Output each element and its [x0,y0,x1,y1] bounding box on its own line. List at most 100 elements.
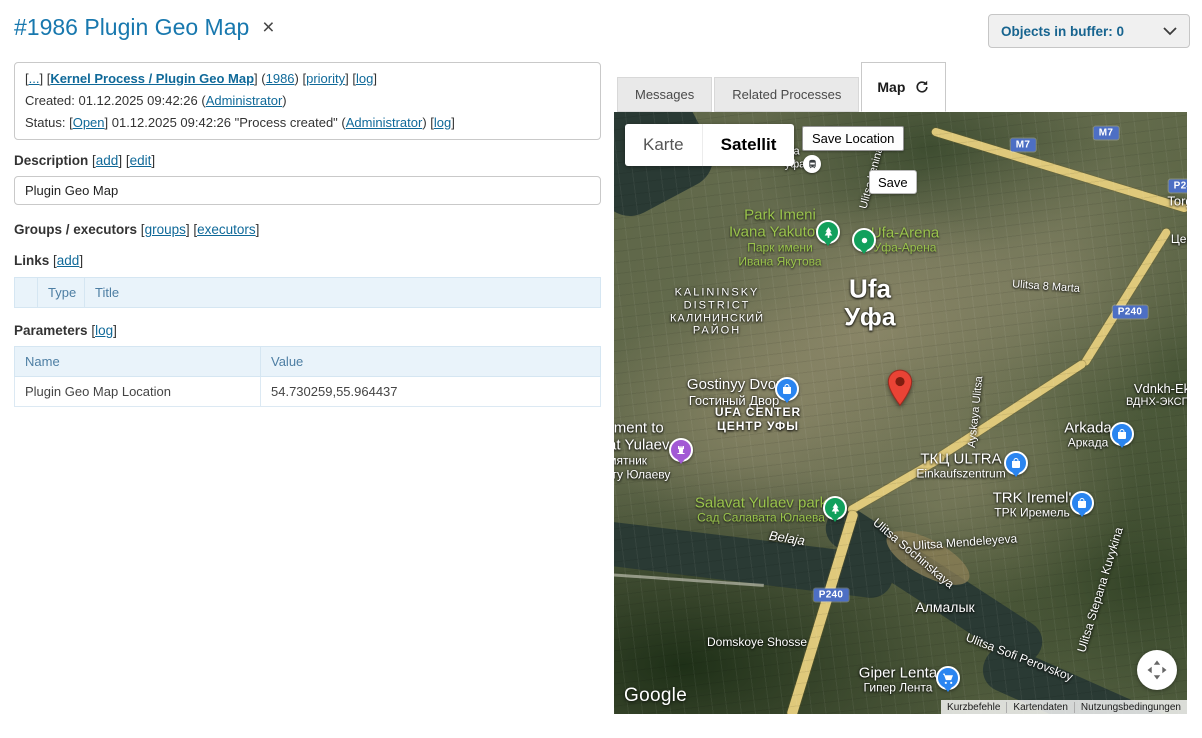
link-administrator[interactable]: Administrator [206,93,283,108]
link-kernel-process-plugin-geo-map[interactable]: Kernel Process / Plugin Geo Map [50,71,254,86]
parameter-row[interactable]: Plugin Geo Map Location 54.730259,55.964… [15,377,601,407]
kalininsky-district-label: KALININSKYDISTRICTКАЛИНИНСКИЙРАЙОН [670,287,764,338]
road-badge-p24-2: P24 [1169,180,1187,193]
links-col-title: Title [85,278,601,308]
info-line-created: Created: 01.12.2025 09:42:26 (Administra… [25,90,590,112]
link-log[interactable]: log [356,71,373,86]
map-attribution: KurzbefehleKartendatenNutzungsbedingunge… [941,700,1187,714]
ufa-center-label: UFA CENTERЦЕНТР УФЫ [715,406,801,434]
location-marker[interactable] [888,369,913,412]
giper-lenta-pin[interactable] [936,666,960,690]
attribution-link-nutzungsbedingungen[interactable]: Nutzungsbedingungen [1074,702,1187,713]
arkada-pin[interactable] [1110,422,1134,446]
road-badge-m7-1: M7 [1094,127,1119,140]
trk-iremel-pin[interactable] [1070,491,1094,515]
tab-messages-label: Messages [635,87,694,102]
tab-map[interactable]: Map [861,62,946,112]
tab-related-processes-label: Related Processes [732,87,841,102]
title-row: #1986 Plugin Geo Map × [14,14,275,41]
parameters-header-row: Name Value [15,347,601,377]
link-priority[interactable]: priority [306,71,345,86]
process-panel: #1986 Plugin Geo Map × [...] [Kernel Pro… [14,14,601,714]
salavat-yulaev-park-label: Salavat Yulaev parkСад Салавата Юлаева [695,494,827,525]
pan-arrows-icon [1145,658,1169,682]
monument-salavat-yulaev-label: Monument toSalavat YulaevПамятникСалават… [614,420,670,483]
map-view-button[interactable]: Karte [625,124,702,166]
process-info-box: [...] [Kernel Process / Plugin Geo Map] … [14,62,601,140]
parameters-col-value: Value [261,347,601,377]
map-canvas[interactable]: faуфаPark ImeniIvana YakutovaПарк имениИ… [614,112,1187,714]
road-badge-m7-0: M7 [1011,139,1036,152]
gostinyy-dvor-pin[interactable] [775,377,799,401]
giper-lenta-label: Giper LentaГипер Лента [859,664,937,695]
parameters-heading: Parameters [log] [14,323,117,338]
link-add[interactable]: add [57,253,80,268]
park-imeni-ivana-yakutova-label: Park ImeniIvana YakutovaПарк имениИвана … [729,207,831,270]
info-line-path: [...] [Kernel Process / Plugin Geo Map] … [25,68,590,90]
parameters-table: Name Value Plugin Geo Map Location 54.73… [14,346,601,407]
ufa-arena-pin[interactable] [852,228,876,252]
road-p240-link [846,453,945,515]
satellite-texture [614,112,1187,714]
parameters-col-name: Name [15,347,261,377]
refresh-icon[interactable] [914,79,930,95]
ulitsa-8-marta-label: Ulitsa 8 Marta [1012,278,1081,295]
tab-map-label: Map [877,79,905,95]
link-1986[interactable]: 1986 [266,71,295,86]
description-input[interactable] [14,176,601,205]
link-groups[interactable]: groups [145,222,186,237]
link-[interactable]: ... [29,71,40,86]
ufa-city-label: UfaУфа [844,273,895,332]
vdnkh-ekspo-label: Vdnkh-EkВДНХ-ЭКСПО [1126,381,1187,409]
salavat-park-pin[interactable] [823,496,847,520]
google-logo[interactable]: Google [624,685,687,707]
links-table: Type Title [14,277,601,308]
gostinyy-dvor-label: Gostinyy DvorГостиный Двор [687,376,781,408]
link-log[interactable]: log [434,115,451,130]
tse-label: Цен [1171,233,1187,247]
attribution-link-kurzbefehle[interactable]: Kurzbefehle [941,702,1006,713]
link-administrator[interactable]: Administrator [346,115,423,130]
save-location-button[interactable]: Save Location [802,126,904,151]
road-p240-upper [1080,227,1172,367]
map-type-control: Karte Satellit [625,124,794,166]
monument-pin[interactable] [669,438,693,462]
domskoye-shosse-label: Domskoye Shosse [707,636,807,650]
tab-messages[interactable]: Messages [617,77,712,112]
road-badge-p240-4: P240 [814,589,849,602]
road-p240-south [786,510,858,714]
ufa-station-pin[interactable] [803,155,821,173]
close-icon[interactable]: × [262,17,274,38]
save-button[interactable]: Save [869,170,917,194]
attribution-link-kartendaten[interactable]: Kartendaten [1006,702,1074,713]
page-title: #1986 Plugin Geo Map [14,14,249,41]
right-panel-tabs: Messages Related Processes Map [617,62,948,112]
road-badge-p240-3: P240 [1113,306,1148,319]
chevron-down-icon [1163,27,1177,36]
links-col-type: Type [38,278,85,308]
link-add[interactable]: add [96,153,119,168]
link-executors[interactable]: executors [197,222,256,237]
trk-iremel-label: TRK Iremel'ТРК Иремель [993,489,1072,520]
info-line-status: Status: [Open] 01.12.2025 09:42:26 "Proc… [25,112,590,134]
pan-control[interactable] [1137,650,1177,690]
link-open[interactable]: Open [73,115,105,130]
link-edit[interactable]: edit [130,153,152,168]
groups-executors-heading: Groups / executors [groups] [executors] [14,222,259,237]
park-yakutova-pin[interactable] [816,220,840,244]
buffer-label: Objects in buffer: 0 [1001,24,1124,39]
description-heading: Description [add] [edit] [14,153,155,168]
road-m7 [931,127,1187,213]
parameter-value: 54.730259,55.964437 [261,377,601,407]
link-log[interactable]: log [95,323,113,338]
satellite-view-button[interactable]: Satellit [702,124,795,166]
tkts-ultra-pin[interactable] [1004,451,1028,475]
tab-related-processes[interactable]: Related Processes [714,77,859,112]
objects-in-buffer-dropdown[interactable]: Objects in buffer: 0 [988,14,1190,48]
app-window: #1986 Plugin Geo Map × [...] [Kernel Pro… [0,0,1202,738]
road-p240-mid [936,359,1087,461]
ufa-arena-label: Ufa-ArenaУфа-Арена [871,224,939,255]
links-heading: Links [add] [14,253,83,268]
links-col-empty [15,278,38,308]
ulitsa-stepana-kuvykina-label: Ulitsa Stepana Kuvykina [1075,526,1126,654]
